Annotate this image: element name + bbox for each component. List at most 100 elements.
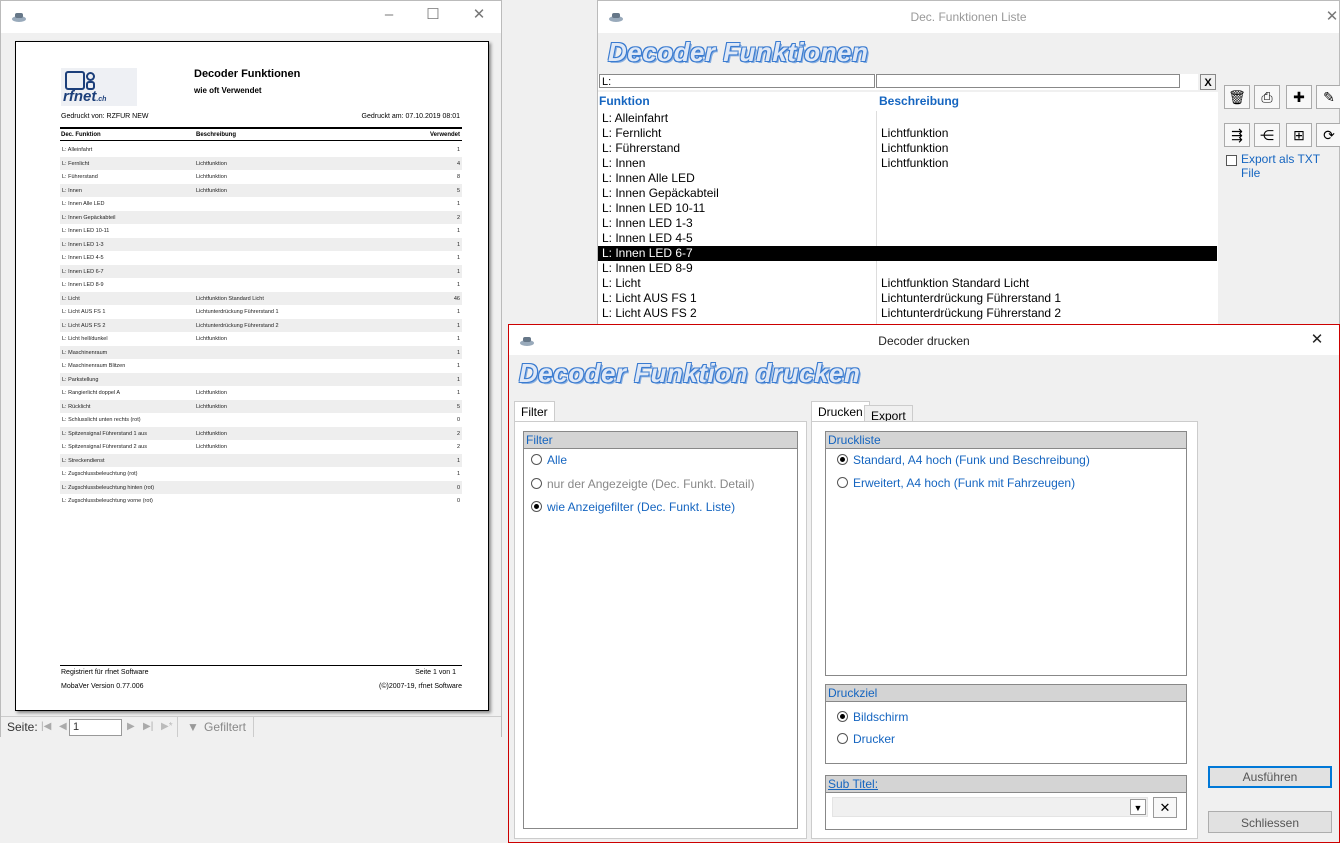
radio-option[interactable]: Drucker [837, 732, 895, 746]
list-item[interactable]: L: Innen LED 4-5 [598, 231, 1217, 246]
row-used: 1 [456, 241, 460, 248]
subtitel-combo[interactable] [832, 797, 1148, 817]
row-used: 1 [456, 363, 460, 369]
row-used: 1 [456, 228, 460, 234]
radio-button-icon[interactable] [531, 478, 542, 489]
close-icon: ✕ [1159, 800, 1171, 815]
rfnet-logo: rfnet.ch [61, 68, 137, 106]
row-function: L: Alleinfahrt [62, 147, 93, 153]
maximize-button[interactable]: ☐ [419, 5, 447, 25]
clear-filter-button[interactable]: X [1200, 74, 1216, 90]
tab-filter[interactable]: Filter [514, 401, 555, 422]
radio-option[interactable]: wie Anzeigefilter (Dec. Funkt. Liste) [531, 500, 735, 514]
radio-option[interactable]: Bildschirm [837, 710, 908, 724]
refresh-button[interactable]: ⟳ [1316, 123, 1340, 147]
filter-state-label[interactable]: Gefiltert [204, 720, 246, 734]
first-page-icon[interactable]: |◀ [41, 721, 51, 732]
list-item[interactable]: L: Licht AUS FS 1 Lichtunterdrückung Führ… [598, 291, 1217, 306]
run-button[interactable]: Ausführen [1208, 766, 1332, 788]
filter-bar: L: [598, 74, 1198, 90]
list-item-function: L: Fernlicht [602, 126, 662, 140]
list-item[interactable]: L: Innen LED 1-3 [598, 216, 1217, 231]
list-item[interactable]: L: Licht AUS FS 2 Lichtunterdrückung Führ… [598, 306, 1217, 321]
radio-button-icon[interactable] [837, 711, 848, 722]
radio-button-icon[interactable] [837, 477, 848, 488]
new-button[interactable]: ✚ [1286, 85, 1312, 109]
table-row: L: Licht AUS FS 2 Lichtunterdrückung Führ… [60, 318, 462, 332]
split-button[interactable]: ⋲ [1254, 123, 1280, 147]
list-item[interactable]: L: Fernlicht Lichtfunktion [598, 126, 1217, 141]
minimize-button[interactable]: – [375, 5, 403, 25]
delete-button[interactable]: 🗑 [1224, 85, 1250, 109]
list-item-function: L: Innen LED 4-5 [602, 231, 693, 245]
new-record-icon[interactable]: ▶* [161, 721, 173, 732]
edit-button[interactable]: ✎ [1316, 85, 1340, 109]
row-used: 1 [456, 309, 460, 315]
row-description: Lichtfunktion [196, 403, 227, 410]
tree-icon: ⊞ [1293, 127, 1305, 143]
table-row: L: Innen Alle LED 1 [60, 197, 462, 210]
radio-option[interactable]: nur der Angezeigte (Dec. Funkt. Detail) [531, 477, 754, 491]
tree-button[interactable]: ⊞ [1286, 123, 1312, 147]
table-row: L: Licht hell/dunkel Lichtfunktion 1 [60, 332, 462, 345]
page-input[interactable]: 1 [69, 719, 122, 736]
row-used: 2 [456, 430, 460, 437]
table-row: L: Innen LED 6-7 1 [60, 264, 462, 278]
preview-titlebar: – ☐ ✕ [1, 1, 501, 33]
row-function: L: Schlusslicht unten rechts (rot) [62, 417, 141, 423]
print-button[interactable]: ⎙ [1254, 85, 1280, 109]
table-row: L: Maschinenraum 1 [60, 345, 462, 359]
function-filter-input[interactable]: L: [599, 74, 875, 88]
list-item[interactable]: L: Innen Alle LED [598, 171, 1217, 186]
list-item-description: Lichtfunktion [881, 126, 949, 140]
table-row: L: Licht Lichtfunktion Standard Licht 46 [60, 291, 462, 305]
filter-panel: Filter Alle nur der Angezeigte (Dec. Funk… [514, 421, 807, 839]
table-row: L: Innen LED 1-3 1 [60, 237, 462, 251]
list-item[interactable]: L: Innen LED 6-7 [598, 246, 1217, 261]
list-item[interactable]: L: Innen LED 8-9 [598, 261, 1217, 276]
radio-button-icon[interactable] [531, 454, 542, 465]
row-used: 2 [456, 444, 460, 450]
export-txt-label[interactable]: Export als TXT File [1241, 152, 1339, 180]
table-row: L: Innen LED 8-9 1 [60, 278, 462, 291]
close-button[interactable]: ✕ [465, 5, 493, 25]
edit-icon: ✎ [1323, 89, 1335, 105]
import-button[interactable]: ⇶ [1224, 123, 1250, 147]
tab-export[interactable]: Export [864, 405, 913, 423]
row-used: 0 [456, 484, 460, 491]
last-page-icon[interactable]: ▶| [143, 721, 153, 732]
radio-option[interactable]: Standard, A4 hoch (Funk und Beschreibung… [837, 453, 1090, 467]
description-filter-input[interactable] [876, 74, 1180, 88]
list-item[interactable]: L: Innen Lichtfunktion [598, 156, 1217, 171]
split-icon: ⋲ [1260, 127, 1274, 143]
filter-group: Filter Alle nur der Angezeigte (Dec. Funk… [523, 431, 798, 829]
list-item-function: L: Innen LED 1-3 [602, 216, 693, 230]
list-item[interactable]: L: Licht Lichtfunktion Standard Licht [598, 276, 1217, 291]
list-item[interactable]: L: Innen LED 10-11 [598, 201, 1217, 216]
close-button[interactable]: ✕ [1303, 330, 1331, 350]
list-item[interactable]: L: Innen Gepäckabteil [598, 186, 1217, 201]
list-window-title: Dec. Funktionen Liste [910, 10, 1027, 24]
list-item[interactable]: L: Alleinfahrt [598, 111, 1217, 126]
row-used: 1 [456, 376, 460, 383]
tab-drucken[interactable]: Drucken [811, 401, 870, 422]
prev-page-icon[interactable]: ◀ [59, 721, 67, 732]
row-function: L: Spitzensignal Führerstand 2 aus [62, 444, 147, 450]
radio-button-icon[interactable] [531, 501, 542, 512]
list-item[interactable]: L: Führerstand Lichtfunktion [598, 141, 1217, 156]
next-page-icon[interactable]: ▶ [127, 721, 135, 732]
col-function-header[interactable]: Funktion [599, 94, 650, 108]
list-item-function: L: Führerstand [602, 141, 681, 155]
col-used-header: Verwendet [429, 132, 460, 138]
close-dialog-button[interactable]: Schliessen [1208, 811, 1332, 833]
radio-option[interactable]: Alle [531, 453, 567, 467]
export-txt-checkbox[interactable] [1226, 155, 1237, 166]
close-button[interactable]: ✕ [1318, 7, 1340, 27]
radio-button-icon[interactable] [837, 733, 848, 744]
col-description-header[interactable]: Beschreibung [879, 94, 959, 108]
clear-subtitel-button[interactable]: ✕ [1153, 797, 1177, 818]
chevron-down-icon[interactable]: ▼ [1130, 799, 1146, 815]
radio-option[interactable]: Erweitert, A4 hoch (Funk mit Fahrzeugen) [837, 476, 1075, 490]
radio-button-icon[interactable] [837, 454, 848, 465]
list-window: Dec. Funktionen Liste ✕ Decoder Funktion… [597, 0, 1340, 330]
